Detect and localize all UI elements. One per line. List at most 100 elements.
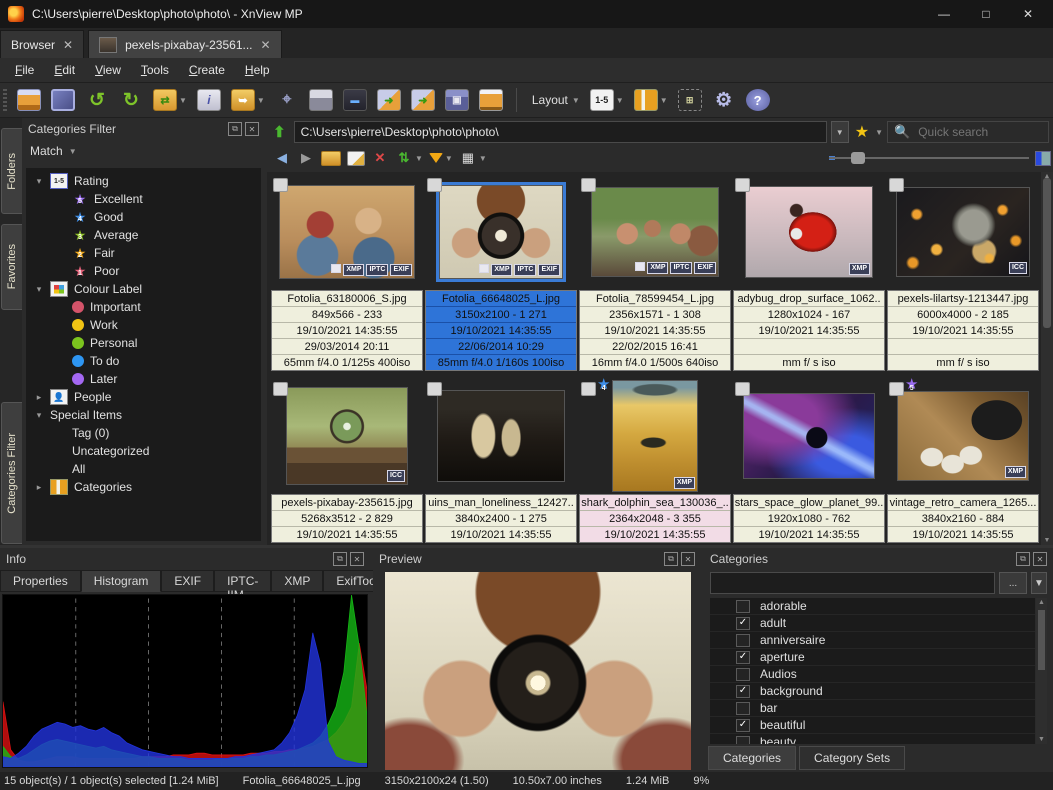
file-cell[interactable]: ★ 4 XMP shark_dolphin_sea_130036_.. 2364x204…: [579, 377, 731, 543]
menu-edit[interactable]: Edit: [45, 61, 84, 79]
tab-browser[interactable]: Browser ✕: [0, 30, 85, 58]
category-row-bar[interactable]: bar: [710, 700, 1035, 717]
cat-scroll-down-icon[interactable]: ▼: [1037, 736, 1046, 743]
rotate-right-button[interactable]: ↻: [116, 87, 146, 113]
wallpaper-button[interactable]: [476, 87, 506, 113]
album-button[interactable]: ▼: [631, 87, 671, 113]
tree-item-uncategorized[interactable]: Uncategorized: [26, 442, 261, 460]
browse-media-button[interactable]: [14, 87, 44, 113]
new-folder-button[interactable]: [321, 150, 341, 166]
convert-dropdown-icon[interactable]: ▼: [179, 96, 187, 105]
rotate-left-button[interactable]: ↺: [82, 87, 112, 113]
category-checkbox[interactable]: ✓: [736, 616, 750, 630]
convert-button[interactable]: ⇄ ▼: [150, 87, 190, 113]
tree-item-all[interactable]: All: [26, 460, 261, 478]
copy-to-button[interactable]: ➜: [374, 87, 404, 113]
tab-category-sets[interactable]: Category Sets: [799, 746, 906, 770]
category-row-beauty[interactable]: beauty: [710, 734, 1035, 744]
panel-close-icon[interactable]: ✕: [245, 122, 259, 136]
thumbnail-area[interactable]: XMP IPTC EXIF: [579, 176, 731, 288]
favorites-dropdown-icon[interactable]: ▼: [875, 128, 883, 137]
category-checkbox[interactable]: [736, 735, 750, 744]
info-float-icon[interactable]: ⧉: [333, 552, 347, 566]
category-checkbox[interactable]: ✓: [736, 718, 750, 732]
pages-button[interactable]: 1-5 ▼: [587, 87, 627, 113]
thumbnail-size-slider[interactable]: [829, 152, 1029, 164]
side-tab-favorites[interactable]: Favorites: [1, 224, 23, 310]
match-dropdown-arrow-icon[interactable]: ▼: [69, 147, 77, 156]
category-filter-input[interactable]: [710, 572, 995, 594]
print-button[interactable]: [306, 87, 336, 113]
pages-dropdown-icon[interactable]: ▼: [616, 96, 624, 105]
info-tab-exif[interactable]: EXIF: [161, 570, 215, 592]
fullscreen-button[interactable]: [48, 87, 78, 113]
category-row-aperture[interactable]: ✓ aperture: [710, 649, 1035, 666]
menu-create[interactable]: Create: [180, 61, 234, 79]
minimize-button[interactable]: —: [927, 3, 961, 25]
category-more-button[interactable]: ...: [999, 572, 1027, 594]
photo-thumbnail[interactable]: XMP IPTC EXIF: [591, 187, 719, 277]
info-tab-properties[interactable]: Properties: [0, 570, 81, 592]
file-cell[interactable]: XMP IPTC EXIF Fotolia_78599454_L.jpg 2356x15…: [579, 176, 731, 371]
preview-float-icon[interactable]: ⧉: [664, 552, 678, 566]
preview-close-icon[interactable]: ✕: [681, 552, 695, 566]
thumbnail-area[interactable]: XMP IPTC EXIF: [425, 176, 577, 288]
file-cell[interactable]: uins_man_loneliness_12427.. 3840x2400 - 1…: [425, 380, 577, 543]
tree-item-later[interactable]: Later: [26, 370, 261, 388]
categories-close-icon[interactable]: ✕: [1033, 552, 1047, 566]
photo-thumbnail[interactable]: ICC: [286, 387, 408, 485]
grid-view-button[interactable]: ▦ ▼: [459, 150, 487, 166]
layout-button[interactable]: Layout ▼: [527, 91, 583, 109]
photo-thumbnail[interactable]: ICC: [896, 187, 1030, 277]
quick-search-box[interactable]: 🔍: [887, 121, 1049, 143]
file-checkbox[interactable]: [273, 178, 288, 192]
forward-button[interactable]: ▶: [297, 150, 315, 166]
tree-item-average[interactable]: ★ 3 Average: [26, 226, 261, 244]
tree-item-poor[interactable]: ★ 1 Poor: [26, 262, 261, 280]
search-button[interactable]: ⌖: [272, 87, 302, 113]
file-checkbox[interactable]: [735, 178, 750, 192]
info-close-icon[interactable]: ✕: [350, 552, 364, 566]
open-with-button[interactable]: ➥ ▼: [228, 87, 268, 113]
photo-thumbnail[interactable]: XMP IPTC EXIF: [279, 185, 415, 279]
tree-item-good[interactable]: ★ 4 Good: [26, 208, 261, 226]
side-tab-categories-filter[interactable]: Categories Filter: [1, 402, 23, 544]
tab-image-close-icon[interactable]: ✕: [261, 38, 271, 52]
tree-item-people[interactable]: ▸ 👤 People: [26, 388, 261, 406]
tree-item-categories[interactable]: ▸ Categories: [26, 478, 261, 496]
tree-item-special-items[interactable]: ▾ Special Items: [26, 406, 261, 424]
transfer-dropdown-icon[interactable]: ▼: [415, 154, 423, 163]
file-cell[interactable]: ICC pexels-pixabay-235615.jpg 5268x3512 - …: [271, 380, 423, 543]
category-row-anniversaire[interactable]: anniversaire: [710, 632, 1035, 649]
category-checkbox[interactable]: [736, 599, 750, 613]
folder-up-button[interactable]: ⬆: [269, 123, 290, 141]
quick-search-input[interactable]: [916, 124, 1021, 140]
file-checkbox[interactable]: [735, 382, 750, 396]
back-button[interactable]: ◀: [273, 150, 291, 166]
grid-view-dropdown-icon[interactable]: ▼: [479, 154, 487, 163]
menu-tools[interactable]: Tools: [132, 61, 178, 79]
settings-button[interactable]: ⚙: [709, 87, 739, 113]
file-cell[interactable]: XMP IPTC EXIF Fotolia_66648025_L.jpg 3150x21…: [425, 176, 577, 371]
photo-thumbnail[interactable]: XMP: [897, 391, 1029, 481]
thumbnail-area[interactable]: XMP: [733, 176, 885, 288]
side-tab-folders[interactable]: Folders: [1, 128, 23, 214]
file-cell[interactable]: XMP IPTC EXIF Fotolia_63180006_S.jpg 849x566…: [271, 176, 423, 371]
info-tab-iptc-iim[interactable]: IPTC-IIM: [214, 570, 272, 602]
category-row-Audios[interactable]: Audios: [710, 666, 1035, 683]
delete-button[interactable]: ✕: [371, 150, 389, 166]
tree-item-important[interactable]: Important: [26, 298, 261, 316]
edit-button[interactable]: [347, 150, 365, 166]
capture-button[interactable]: ▣: [442, 87, 472, 113]
slider-knob[interactable]: [851, 152, 865, 164]
tab-categories[interactable]: Categories: [708, 746, 797, 770]
thumbnail-area[interactable]: ★ 5 XMP: [887, 377, 1039, 492]
panel-float-icon[interactable]: ⧉: [228, 122, 242, 136]
category-checkbox[interactable]: ✓: [736, 650, 750, 664]
photo-thumbnail[interactable]: XMP IPTC EXIF: [436, 182, 566, 282]
filter-dropdown-icon[interactable]: ▼: [445, 154, 453, 163]
album-dropdown-icon[interactable]: ▼: [660, 96, 668, 105]
path-input[interactable]: C:\Users\pierre\Desktop\photo\photo\: [293, 121, 827, 143]
tree-item-colour-label[interactable]: ▾ Colour Label: [26, 280, 261, 298]
file-checkbox[interactable]: [427, 178, 442, 192]
